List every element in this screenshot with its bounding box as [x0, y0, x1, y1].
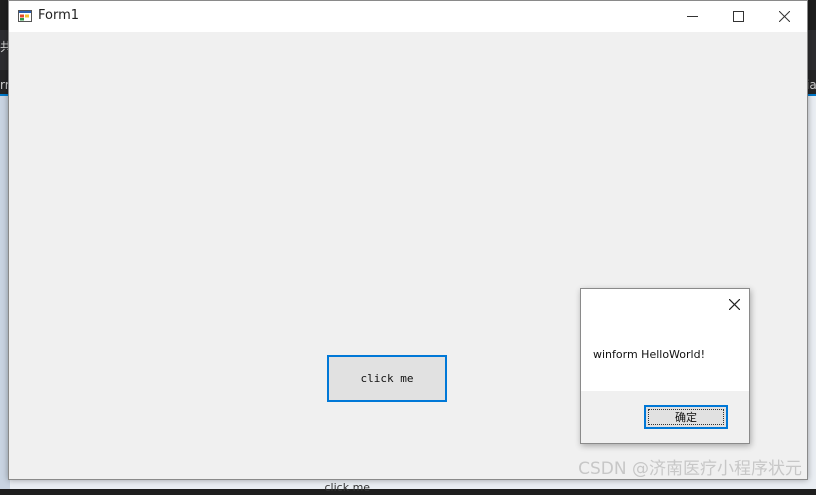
close-icon	[728, 298, 740, 310]
message-box-close-button[interactable]	[725, 295, 743, 313]
watermark: CSDN @济南医疗小程序状元	[578, 459, 802, 479]
ide-designer-button-fragment: click me	[314, 481, 381, 494]
maximize-icon	[732, 11, 744, 22]
ok-button[interactable]: 确定	[644, 405, 728, 429]
minimize-button[interactable]	[669, 1, 715, 32]
message-box-dialog: winform HelloWorld! 确定	[580, 288, 750, 444]
title-bar[interactable]: Form1	[9, 1, 807, 32]
message-box-footer: 确定	[581, 391, 749, 443]
maximize-button[interactable]	[715, 1, 761, 32]
window-title: Form1	[38, 8, 80, 23]
minimize-icon	[686, 16, 698, 17]
close-icon	[778, 11, 790, 22]
close-button[interactable]	[761, 1, 807, 32]
winforms-app-icon	[18, 10, 32, 22]
click-me-button[interactable]: click me	[327, 355, 447, 402]
message-box-text: winform HelloWorld!	[593, 348, 705, 361]
